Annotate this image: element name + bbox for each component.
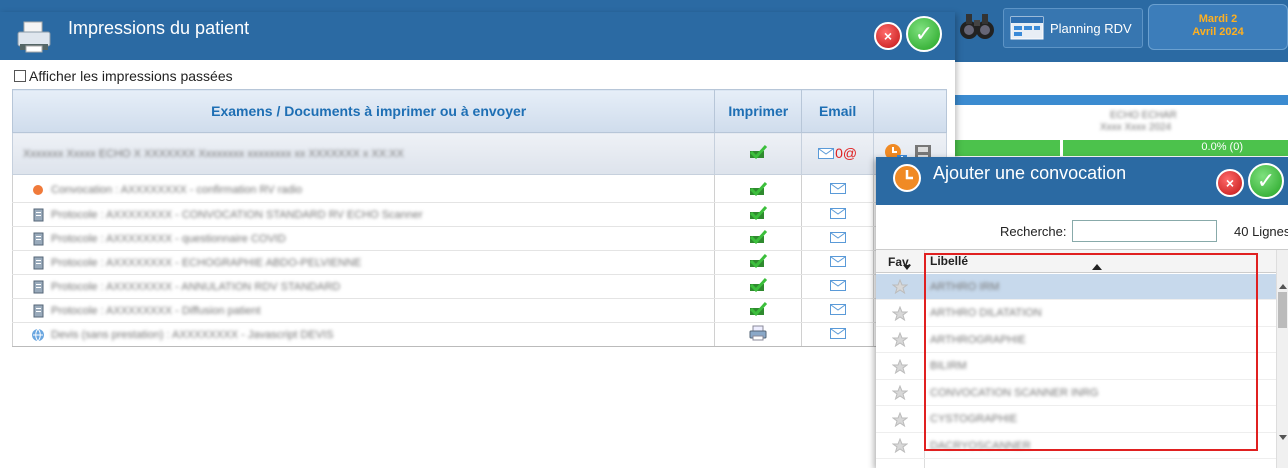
progress-text: 0.0% (0) <box>1201 141 1243 153</box>
date-day: Mardi 2 <box>1198 13 1238 25</box>
envelope-icon <box>818 147 835 159</box>
printed-check-icon[interactable] <box>748 229 768 245</box>
convocation-header: Ajouter une convocation × ✓ <box>876 157 1288 205</box>
lines-count: 40 Lignes <box>1234 224 1288 239</box>
document-row[interactable]: Devis (sans prestation) : AXXXXXXXX - Ja… <box>11 322 947 347</box>
background-blue-bar <box>955 95 1288 105</box>
show-past-label: Afficher les impressions passées <box>29 68 233 84</box>
orange-dot-icon <box>31 183 45 197</box>
exam-text: Xxxxxxx Xxxxx ECHO X XXXXXXX Xxxxxxxx xx… <box>23 147 404 160</box>
document-name: Protocole : AXXXXXXXX - ECHOGRAPHIE ABDO… <box>51 256 362 269</box>
dialog-header: Impressions du patient × ✓ <box>0 12 955 60</box>
envelope-icon[interactable] <box>829 255 846 267</box>
scroll-down-icon[interactable] <box>1279 435 1287 440</box>
exam-row[interactable]: Xxxxxxx Xxxxx ECHO X XXXXXXX Xxxxxxxx xx… <box>11 132 947 175</box>
vertical-scrollbar[interactable] <box>1276 250 1288 468</box>
column-header-print[interactable]: Imprimer <box>714 89 803 133</box>
convocation-close-button[interactable]: × <box>1216 169 1244 197</box>
document-row[interactable]: Protocole : AXXXXXXXX - questionnaire CO… <box>11 226 947 251</box>
highlight-box <box>924 253 1258 451</box>
progress-bar: 0.0% (0) <box>955 140 1288 156</box>
favorite-star-icon[interactable] <box>876 438 924 453</box>
column-header-documents[interactable]: Examens / Documents à imprimer ou à envo… <box>11 89 716 133</box>
email-count-value: 0@ <box>835 145 858 162</box>
convocation-title: Ajouter une convocation <box>933 163 1127 183</box>
document-name: Protocole : AXXXXXXXX - ANNULATION RDV S… <box>51 280 341 293</box>
printed-check-icon[interactable] <box>748 205 768 221</box>
search-label: Recherche: <box>1000 224 1067 239</box>
envelope-icon[interactable] <box>829 303 846 315</box>
envelope-icon[interactable] <box>829 279 846 291</box>
document-row[interactable]: Protocole : AXXXXXXXX - ANNULATION RDV S… <box>11 274 947 299</box>
dialog-title: Impressions du patient <box>68 18 250 38</box>
printed-check-icon[interactable] <box>748 181 768 197</box>
column-header-email[interactable]: Email <box>801 89 875 133</box>
patient-prints-dialog: Impressions du patient × ✓ Afficher les … <box>0 12 955 468</box>
column-header-actions <box>873 89 947 133</box>
show-past-checkbox[interactable] <box>14 70 26 82</box>
envelope-icon[interactable] <box>829 183 846 195</box>
favorite-star-icon[interactable] <box>876 332 924 347</box>
document-icon <box>31 232 45 246</box>
favorite-star-icon[interactable] <box>876 385 924 400</box>
blurred-exam-subtext: Xxxx Xxxx 2024 <box>1100 122 1172 133</box>
scroll-up-icon[interactable] <box>1279 284 1287 289</box>
calendar-icon <box>1010 15 1044 41</box>
background-strip <box>955 62 1288 90</box>
printer-icon <box>14 20 56 54</box>
favorite-star-icon[interactable] <box>876 279 924 294</box>
search-input[interactable] <box>1072 220 1217 242</box>
document-icon <box>31 208 45 222</box>
document-icon <box>31 256 45 270</box>
confirm-button[interactable]: ✓ <box>906 16 942 52</box>
document-name: Devis (sans prestation) : AXXXXXXXX - Ja… <box>51 328 334 341</box>
printer-icon[interactable] <box>748 325 768 341</box>
envelope-icon[interactable] <box>829 207 846 219</box>
document-icon <box>31 280 45 294</box>
document-row[interactable]: Convocation : AXXXXXXXX - confirmation R… <box>11 178 947 203</box>
planning-rdv-button[interactable]: Planning RDV <box>1003 8 1143 48</box>
print-check-icon[interactable] <box>748 144 768 160</box>
progress-separator <box>1060 140 1063 156</box>
planning-rdv-label: Planning RDV <box>1050 20 1132 36</box>
document-row[interactable]: Protocole : AXXXXXXXX - Diffusion patien… <box>11 298 947 323</box>
printed-check-icon[interactable] <box>748 301 768 317</box>
close-button[interactable]: × <box>874 22 902 50</box>
favorite-star-icon[interactable] <box>876 358 924 374</box>
date-button[interactable]: Mardi 2 Avril 2024 <box>1148 4 1288 50</box>
document-icon <box>31 304 45 318</box>
email-count[interactable]: 0@ <box>818 145 857 161</box>
favorite-star-icon[interactable] <box>876 305 924 321</box>
document-row[interactable]: Protocole : AXXXXXXXX - ECHOGRAPHIE ABDO… <box>11 250 947 275</box>
printed-check-icon[interactable] <box>748 277 768 293</box>
document-name: Protocole : AXXXXXXXX - CONVOCATION STAN… <box>51 208 423 221</box>
clock-icon <box>892 163 922 193</box>
documents-table: Examens / Documents à imprimer ou à envo… <box>11 89 947 347</box>
document-name: Protocole : AXXXXXXXX - Diffusion patien… <box>51 304 261 317</box>
binoculars-icon[interactable] <box>958 10 996 44</box>
envelope-icon[interactable] <box>829 327 846 339</box>
document-name: Convocation : AXXXXXXXX - confirmation R… <box>51 184 303 197</box>
show-past-prints-option[interactable]: Afficher les impressions passées <box>14 68 233 84</box>
scroll-thumb[interactable] <box>1278 292 1287 328</box>
envelope-icon[interactable] <box>829 231 846 243</box>
sort-desc-icon[interactable] <box>903 265 911 270</box>
globe-icon <box>31 328 45 342</box>
convocation-confirm-button[interactable]: ✓ <box>1248 163 1284 199</box>
document-row[interactable]: Protocole : AXXXXXXXX - CONVOCATION STAN… <box>11 202 947 227</box>
printed-check-icon[interactable] <box>748 253 768 269</box>
blurred-exam-text: ECHO ECHAR <box>1110 110 1177 121</box>
document-name: Protocole : AXXXXXXXX - questionnaire CO… <box>51 232 286 245</box>
favorite-star-icon[interactable] <box>876 411 924 427</box>
date-month: Avril 2024 <box>1192 26 1244 38</box>
